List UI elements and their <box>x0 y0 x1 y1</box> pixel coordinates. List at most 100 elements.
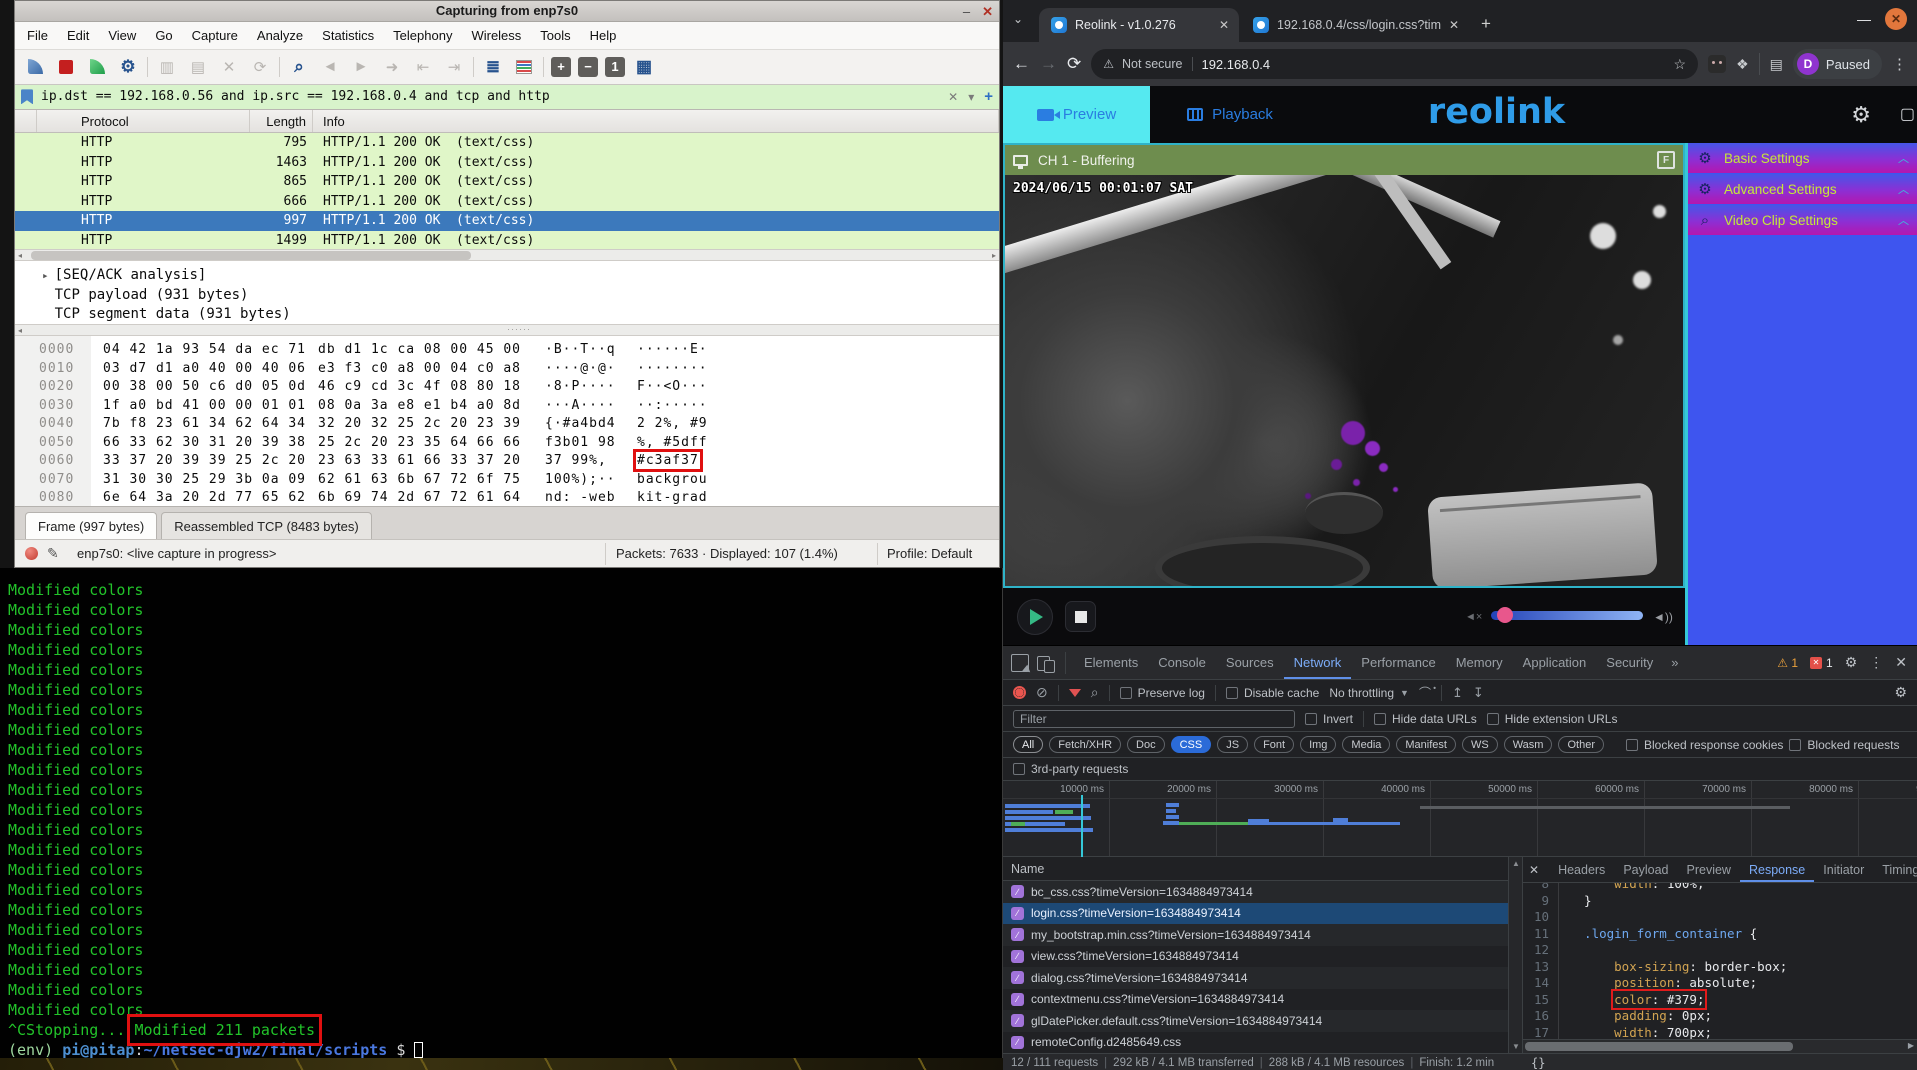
column-length[interactable]: Length <box>250 110 313 132</box>
url-text[interactable]: 192.168.0.4 <box>1201 57 1665 72</box>
column-info[interactable]: Info <box>313 110 999 132</box>
format-code-button[interactable]: {} <box>1531 1056 1545 1070</box>
close-icon[interactable]: ✕ <box>982 4 993 20</box>
packet-row[interactable]: 6HTTP997HTTP/1.1 200 OK (text/css) <box>15 211 999 231</box>
display-filter-input[interactable]: ip.dst == 192.168.0.56 and ip.src == 192… <box>41 89 938 104</box>
detail-line[interactable]: ▸TCP segment data (931 bytes) <box>42 305 999 325</box>
type-filter-ws[interactable]: WS <box>1462 736 1498 753</box>
go-to-packet-icon[interactable]: ➜ <box>380 55 404 79</box>
byte-view-tab[interactable]: Frame (997 bytes) <box>25 512 157 539</box>
profile-label[interactable]: Profile: Default <box>887 546 972 561</box>
zoom-out-icon[interactable]: − <box>578 57 598 77</box>
network-settings-icon[interactable]: ⚙ <box>1894 684 1917 701</box>
type-filter-other[interactable]: Other <box>1558 736 1604 753</box>
column-number[interactable] <box>15 110 37 132</box>
expand-icon[interactable]: ▸ <box>42 269 49 282</box>
devtools-tab-performance[interactable]: Performance <box>1351 646 1445 679</box>
detail-line[interactable]: ▸TCP payload (931 bytes) <box>42 286 999 306</box>
go-forward-icon[interactable]: ► <box>349 55 373 79</box>
filter-clear-icon[interactable]: ✕ <box>948 90 958 104</box>
avatar[interactable]: D <box>1797 53 1819 75</box>
not-secure-label[interactable]: Not secure <box>1122 57 1193 71</box>
tab-search-icon[interactable]: ⌄ <box>1013 12 1023 26</box>
type-filter-media[interactable]: Media <box>1342 736 1390 753</box>
hex-row[interactable]: 000004 42 1a 93 54 da ec 71db d1 1c ca 0… <box>15 341 999 360</box>
filter-funnel-icon[interactable] <box>1069 689 1081 697</box>
byte-view-tab[interactable]: Reassembled TCP (8483 bytes) <box>161 512 372 539</box>
bookmark-star-icon[interactable]: ☆ <box>1674 56 1687 73</box>
terminal-prompt[interactable]: (env) pi@pitap:~/netsec-djw2/final/scrip… <box>8 1040 1002 1058</box>
mute-icon[interactable]: ◄× <box>1465 611 1482 623</box>
type-filter-img[interactable]: Img <box>1300 736 1336 753</box>
export-har-icon[interactable]: ↧ <box>1473 685 1484 701</box>
devtools-tab-elements[interactable]: Elements <box>1074 646 1148 679</box>
zoom-100-icon[interactable]: 1 <box>605 57 625 77</box>
request-row[interactable]: ∕my_bootstrap.min.css?timeVersion=163488… <box>1003 924 1508 946</box>
packet-row[interactable]: 6HTTP795HTTP/1.1 200 OK (text/css) <box>15 133 999 153</box>
speaker-icon[interactable]: ◄)) <box>1653 610 1673 624</box>
inspect-element-icon[interactable] <box>1011 654 1029 672</box>
filter-input[interactable] <box>1013 710 1295 728</box>
devtools-tab-console[interactable]: Console <box>1148 646 1216 679</box>
request-row[interactable]: ∕remoteConfig.d2485649.css <box>1003 1032 1508 1054</box>
detail-line[interactable]: ▸[SEQ/ACK analysis] <box>42 266 999 286</box>
hex-row[interactable]: 002000 38 00 50 c6 d0 05 0d46 c9 cd 3c 4… <box>15 378 999 397</box>
capture-start-icon[interactable] <box>23 55 47 79</box>
packet-list-header[interactable]: Protocol Length Info <box>15 110 999 133</box>
disable-cache-checkbox[interactable]: Disable cache <box>1226 686 1319 700</box>
scrollbar-thumb[interactable] <box>31 251 471 260</box>
hide-extension-urls-checkbox[interactable]: Hide extension URLs <box>1487 712 1618 726</box>
auto-scroll-icon[interactable]: ≣ <box>481 55 505 79</box>
browser-tab[interactable]: 192.168.0.4/css/login.css?tim✕ <box>1241 8 1469 42</box>
more-tabs-icon[interactable]: » <box>1663 655 1686 670</box>
play-button[interactable] <box>1017 599 1053 635</box>
menu-capture[interactable]: Capture <box>192 28 238 43</box>
close-icon[interactable]: ✕ <box>1885 8 1907 30</box>
code-hscrollbar[interactable]: ▶ <box>1523 1039 1917 1053</box>
type-filter-all[interactable]: All <box>1013 736 1043 753</box>
close-tab-icon[interactable]: ✕ <box>1449 18 1459 32</box>
type-filter-css[interactable]: CSS <box>1171 736 1212 753</box>
panel-tab-timing[interactable]: Timing <box>1873 857 1917 882</box>
hex-row[interactable]: 005066 33 62 30 31 20 39 3825 2c 20 23 3… <box>15 434 999 453</box>
forward-icon[interactable]: → <box>1040 54 1057 74</box>
error-count[interactable]: ✕1 <box>1810 656 1833 670</box>
chrome-menu-icon[interactable]: ⋮ <box>1892 55 1907 73</box>
type-filter-manifest[interactable]: Manifest <box>1396 736 1456 753</box>
scroll-right-icon[interactable]: ▶ <box>1908 1041 1914 1050</box>
response-body[interactable]: 8 width: 100%;9 }1011 .login_form_contai… <box>1523 883 1917 1039</box>
request-row[interactable]: ∕view.css?timeVersion=1634884973414 <box>1003 946 1508 968</box>
request-list-scrollbar[interactable]: ▲ ▼ <box>1508 857 1522 1053</box>
invert-checkbox[interactable]: Invert <box>1305 712 1353 726</box>
request-row[interactable]: ∕dialog.css?timeVersion=1634884973414 <box>1003 967 1508 989</box>
volume-knob[interactable] <box>1497 607 1513 623</box>
hide-data-urls-checkbox[interactable]: Hide data URLs <box>1374 712 1477 726</box>
close-panel-icon[interactable]: ✕ <box>1529 863 1539 877</box>
settings-button[interactable]: ⚙Basic Settings︿ <box>1688 143 1917 173</box>
scroll-right-icon[interactable]: ▸ <box>992 250 996 261</box>
blocked-cookies-checkbox[interactable]: Blocked response cookies <box>1626 738 1783 752</box>
back-icon[interactable]: ← <box>1013 54 1030 74</box>
scrollbar-thumb[interactable] <box>1525 1042 1793 1051</box>
search-icon[interactable]: ⌕ <box>1091 684 1099 701</box>
details-hscrollbar[interactable]: ◂ ······ <box>15 324 999 336</box>
devtools-tab-security[interactable]: Security <box>1596 646 1663 679</box>
tab-preview[interactable]: Preview <box>1003 86 1150 143</box>
scroll-left-icon[interactable]: ◂ <box>18 250 22 261</box>
menu-statistics[interactable]: Statistics <box>322 28 374 43</box>
volume-slider[interactable] <box>1491 611 1643 620</box>
menu-go[interactable]: Go <box>155 28 172 43</box>
settings-button[interactable]: ⚙Advanced Settings︿ <box>1688 174 1917 204</box>
name-column-header[interactable]: Name <box>1003 857 1508 881</box>
zoom-in-icon[interactable]: + <box>551 57 571 77</box>
panel-tab-preview[interactable]: Preview <box>1678 857 1740 882</box>
panel-tab-initiator[interactable]: Initiator <box>1814 857 1873 882</box>
find-packet-icon[interactable]: ⌕ <box>287 55 311 79</box>
packet-row[interactable]: 6HTTP865HTTP/1.1 200 OK (text/css) <box>15 172 999 192</box>
type-filter-doc[interactable]: Doc <box>1127 736 1165 753</box>
devtools-tab-network[interactable]: Network <box>1284 646 1352 679</box>
resize-columns-icon[interactable]: ▦ <box>632 55 656 79</box>
panel-tab-headers[interactable]: Headers <box>1549 857 1614 882</box>
colorize-icon[interactable] <box>512 55 536 79</box>
devtools-tab-sources[interactable]: Sources <box>1216 646 1284 679</box>
